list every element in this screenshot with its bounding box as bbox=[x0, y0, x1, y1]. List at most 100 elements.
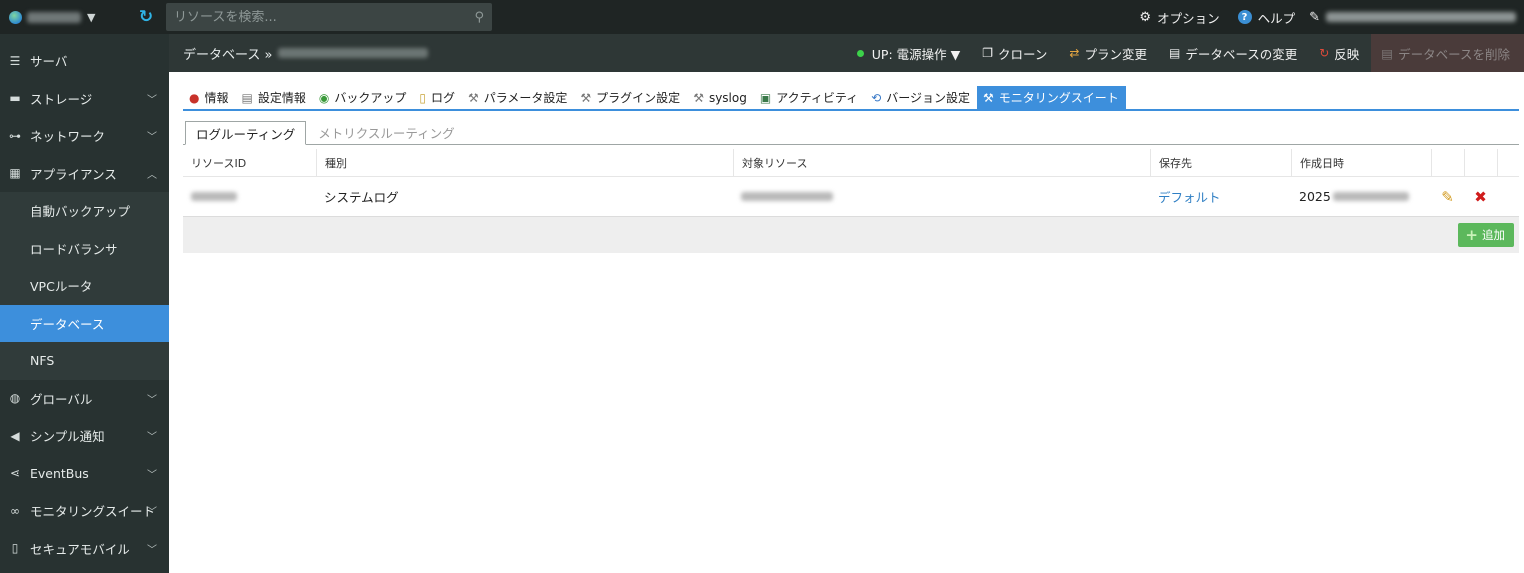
sidebar-item-secure-mobile[interactable]: ▯ セキュアモバイル ﹀ bbox=[0, 530, 169, 568]
change-database-button[interactable]: ▤ データベースの変更 bbox=[1169, 44, 1297, 63]
monitor-icon: ▣ bbox=[759, 90, 772, 105]
routing-subtabs: ログルーティング メトリクスルーティング bbox=[183, 121, 1519, 145]
disk-icon: ▬ bbox=[9, 91, 21, 106]
sidebar-item-monitoring-suite[interactable]: ∞ モニタリングスイート ﹀ bbox=[0, 492, 169, 530]
copy-icon: ❐ bbox=[982, 46, 994, 60]
sidebar-item-global[interactable]: ◍ グローバル ﹀ bbox=[0, 380, 169, 418]
signpost-icon: ⇄ bbox=[1069, 46, 1080, 60]
tab-label: パラメータ設定 bbox=[483, 91, 568, 105]
tab-settings-info[interactable]: ▤ 設定情報 bbox=[236, 86, 313, 109]
tab-label: モニタリングスイート bbox=[998, 91, 1119, 105]
sidebar-item-database[interactable]: データベース bbox=[0, 304, 169, 342]
sidebar-item-load-balancer[interactable]: ロードバランサ bbox=[0, 229, 169, 267]
cell-destination: デフォルト bbox=[1150, 177, 1291, 217]
options-link[interactable]: ⚙ オプション bbox=[1139, 8, 1219, 27]
breadcrumb-resource-redacted bbox=[278, 48, 429, 58]
sidebar-item-label: サーバ bbox=[30, 54, 68, 70]
resource-id-redacted bbox=[191, 192, 237, 201]
column-header-type: 種別 bbox=[316, 149, 733, 177]
resource-header: データベース » UP: 電源操作 ▼ ❐ クローン ⇄ プラン変更 ▤ データ… bbox=[169, 34, 1524, 72]
sidebar-item-nfs[interactable]: NFS bbox=[0, 342, 169, 380]
chevron-down-icon: ﹀ bbox=[147, 394, 157, 406]
sidebar-item-label: シンプル通知 bbox=[30, 429, 105, 445]
sidebar-item-label: アプライアンス bbox=[30, 166, 117, 182]
sidebar-item-auto-backup[interactable]: 自動バックアップ bbox=[0, 192, 169, 230]
reload-icon[interactable]: ↻ bbox=[128, 0, 164, 34]
power-menu-button[interactable]: UP: 電源操作 ▼ bbox=[856, 44, 961, 63]
table-row[interactable]: システムログ デフォルト 2025 ✎ ✖ bbox=[183, 177, 1519, 217]
breadcrumb-root[interactable]: データベース » bbox=[183, 44, 272, 63]
chevron-down-icon: ﹀ bbox=[147, 432, 157, 444]
sidebar-item-simple-notification[interactable]: ◀ シンプル通知 ﹀ bbox=[0, 417, 169, 455]
subtab-metrics-routing[interactable]: メトリクスルーティング bbox=[308, 121, 464, 144]
tab-info[interactable]: ● 情報 bbox=[183, 86, 236, 109]
add-button[interactable]: + 追加 bbox=[1458, 223, 1514, 247]
globe-icon bbox=[9, 10, 22, 24]
search-icon[interactable]: ⚲ bbox=[474, 10, 484, 25]
tab-label: 情報 bbox=[204, 91, 229, 105]
mobile-icon: ▯ bbox=[11, 541, 19, 556]
sidebar-item-network[interactable]: ⊶ ネットワーク ﹀ bbox=[0, 117, 169, 155]
delete-icon[interactable]: ✖ bbox=[1474, 188, 1487, 206]
subtab-log-routing[interactable]: ログルーティング bbox=[185, 121, 307, 145]
pencil-icon[interactable]: ✎ bbox=[1441, 188, 1454, 206]
chevron-down-icon: ﹀ bbox=[147, 507, 157, 519]
log-icon: ▯ bbox=[419, 90, 426, 105]
tab-monitoring-suite[interactable]: ⚒ モニタリングスイート bbox=[977, 86, 1126, 109]
grid-icon: ▦ bbox=[9, 166, 21, 181]
backup-icon: ◉ bbox=[318, 90, 330, 105]
tab-label: 設定情報 bbox=[257, 91, 306, 105]
sidebar-item-storage[interactable]: ▬ ストレージ ﹀ bbox=[0, 80, 169, 118]
sidebar-item-label: ネットワーク bbox=[30, 129, 106, 145]
tab-version[interactable]: ⟲ バージョン設定 bbox=[865, 86, 977, 109]
tab-label: ログ bbox=[430, 91, 455, 105]
sidebar-item-label: ストレージ bbox=[30, 91, 93, 107]
zone-name-redacted bbox=[27, 11, 81, 23]
megaphone-icon: ◀ bbox=[10, 428, 20, 443]
power-label: UP: 電源操作 ▼ bbox=[871, 46, 961, 62]
options-label: オプション bbox=[1157, 10, 1220, 26]
tab-activity[interactable]: ▣ アクティビティ bbox=[754, 86, 865, 109]
zone-selector[interactable]: ▼ bbox=[0, 0, 128, 34]
feather-icon: ✎ bbox=[1309, 9, 1320, 25]
destination-link[interactable]: デフォルト bbox=[1158, 187, 1221, 206]
wrench-icon: ⚒ bbox=[983, 90, 994, 105]
sidebar-item-server[interactable]: ☰ サーバ bbox=[0, 42, 169, 80]
wrench-icon: ⚒ bbox=[467, 90, 479, 105]
column-header-spacer bbox=[1497, 149, 1519, 177]
delete-database-button[interactable]: ▤ データベースを削除 bbox=[1371, 34, 1524, 72]
sidebar-item-vpc-router[interactable]: VPCルータ bbox=[0, 267, 169, 305]
tab-log[interactable]: ▯ ログ bbox=[413, 86, 462, 109]
help-link[interactable]: ? ヘルプ bbox=[1237, 8, 1296, 27]
info-icon: ● bbox=[189, 90, 200, 105]
sidebar-item-eventbus[interactable]: ⋖ EventBus ﹀ bbox=[0, 455, 169, 493]
tab-backup[interactable]: ◉ バックアップ bbox=[313, 86, 414, 109]
top-bar: ▼ ↻ ⚲ ⚙ オプション ? ヘルプ ✎ bbox=[0, 0, 1524, 34]
sidebar-item-appliance[interactable]: ▦ アプライアンス ︿ bbox=[0, 155, 169, 193]
table-footer: + 追加 bbox=[183, 217, 1519, 253]
plus-icon: + bbox=[1465, 226, 1478, 244]
column-header-edit bbox=[1431, 149, 1464, 177]
plan-change-button[interactable]: ⇄ プラン変更 bbox=[1069, 44, 1147, 63]
search-input[interactable] bbox=[174, 9, 454, 25]
column-header-target-resource: 対象リソース bbox=[733, 149, 1150, 177]
clone-button[interactable]: ❐ クローン bbox=[982, 44, 1047, 63]
plan-change-label: プラン変更 bbox=[1084, 46, 1147, 62]
server-icon: ▤ bbox=[241, 90, 253, 105]
add-button-label: 追加 bbox=[1482, 228, 1505, 242]
reflect-button[interactable]: ↻ 反映 bbox=[1319, 44, 1359, 63]
sidebar-item-label: モニタリングスイート bbox=[30, 504, 156, 520]
table-header: リソースID 種別 対象リソース 保存先 作成日時 bbox=[183, 149, 1519, 177]
search-box[interactable]: ⚲ bbox=[166, 3, 492, 31]
tab-plugins[interactable]: ⚒ プラグイン設定 bbox=[574, 86, 687, 109]
server-icon: ☰ bbox=[9, 53, 21, 68]
cell-edit: ✎ bbox=[1431, 177, 1464, 217]
type-value: システムログ bbox=[324, 190, 399, 205]
column-header-delete bbox=[1464, 149, 1497, 177]
tab-syslog[interactable]: ⚒ syslog bbox=[687, 86, 754, 109]
help-label: ヘルプ bbox=[1257, 10, 1296, 26]
tab-parameters[interactable]: ⚒ パラメータ設定 bbox=[462, 86, 574, 109]
user-account-redacted[interactable] bbox=[1326, 12, 1516, 22]
sidebar-item-label: グローバル bbox=[30, 391, 93, 407]
database-icon: ▤ bbox=[1168, 46, 1181, 60]
